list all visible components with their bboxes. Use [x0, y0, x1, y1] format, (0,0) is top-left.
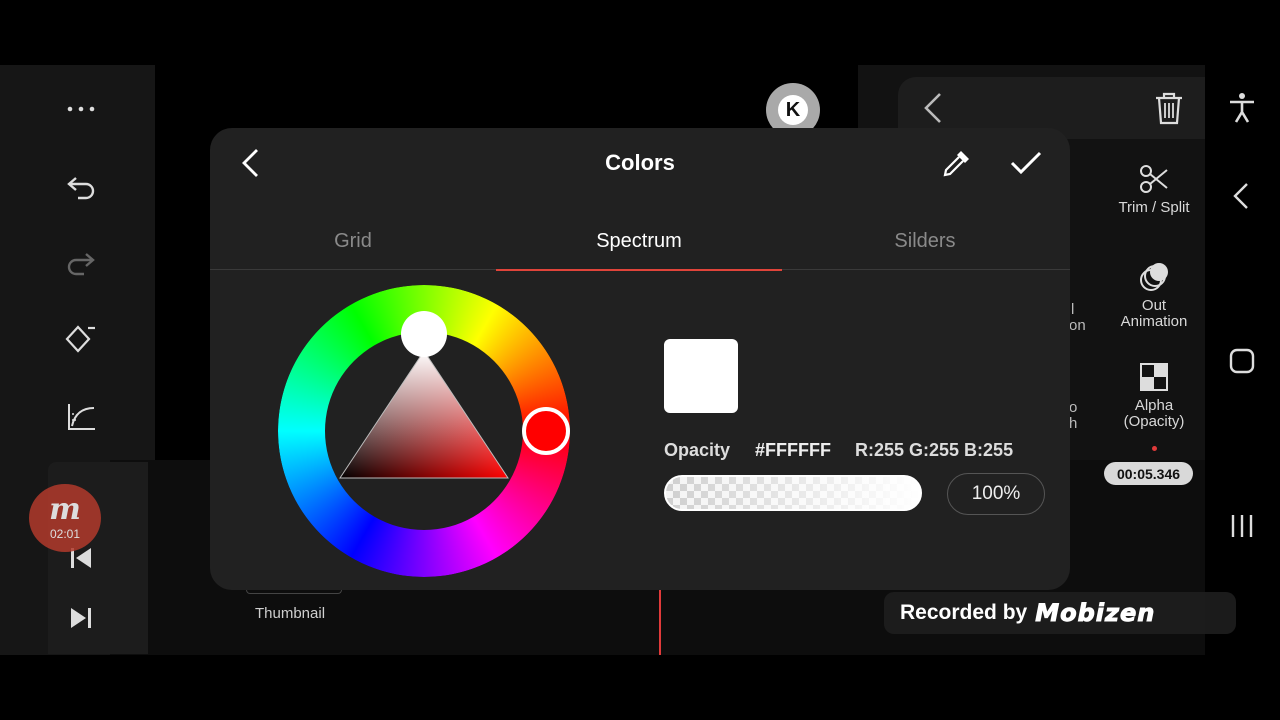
tab-grid[interactable]: Grid	[210, 212, 496, 270]
tab-spectrum[interactable]: Spectrum	[496, 212, 782, 271]
trim-split-label: Trim / Split	[1118, 199, 1190, 216]
keyframe-icon[interactable]	[58, 316, 104, 362]
record-time: 02:01	[49, 527, 81, 541]
out-animation-icon	[1140, 263, 1168, 291]
hex-value: #FFFFFF	[755, 440, 831, 460]
rgb-value: R:255 G:255 B:255	[855, 440, 1014, 460]
thumbnail-label: Thumbnail	[255, 605, 326, 622]
recorded-by-text: Recorded by	[900, 601, 1028, 624]
opacity-value-field[interactable]: 100%	[947, 473, 1045, 515]
saturation-triangle[interactable]	[339, 350, 509, 479]
tab-sliders[interactable]: Silders	[782, 212, 1068, 270]
playhead[interactable]	[659, 590, 661, 655]
time-badge: 00:05.346	[1104, 462, 1193, 485]
out-animation-label: Out Animation	[1120, 297, 1188, 330]
saturation-handle[interactable]	[401, 311, 447, 357]
partial-label: on	[1069, 317, 1086, 334]
hue-handle[interactable]	[522, 407, 570, 455]
partial-label: h	[1069, 415, 1078, 432]
redo-icon[interactable]	[58, 239, 104, 285]
undo-icon[interactable]	[58, 163, 104, 209]
selected-indicator	[1152, 446, 1157, 451]
opacity-label: Opacity	[664, 440, 731, 460]
scissors-icon	[1140, 165, 1168, 193]
nav-back-icon[interactable]	[1224, 178, 1260, 214]
confirm-check-icon[interactable]	[1008, 146, 1044, 180]
out-animation-button[interactable]: Out Animation	[1099, 260, 1209, 330]
recorded-by-watermark: Recorded by Mobizen	[884, 592, 1236, 634]
opacity-slider[interactable]	[664, 475, 922, 511]
alpha-opacity-button[interactable]: Alpha (Opacity)	[1099, 360, 1209, 430]
panel-back-icon[interactable]	[918, 90, 950, 126]
color-wheel[interactable]	[278, 285, 570, 577]
skip-end-icon[interactable]	[58, 595, 104, 641]
trim-split-button[interactable]: Trim / Split	[1099, 162, 1209, 216]
eyedropper-icon[interactable]	[940, 146, 974, 180]
graph-icon[interactable]	[58, 394, 104, 440]
selected-color-swatch	[664, 339, 738, 413]
color-mode-tabs: Grid Spectrum Silders	[210, 212, 1070, 271]
colors-dialog: Colors Grid Spectrum Silders Opacity #FF…	[210, 128, 1070, 590]
nav-home-icon[interactable]	[1224, 343, 1260, 379]
mobizen-brand: Mobizen	[1035, 599, 1156, 628]
nav-recents-icon[interactable]	[1224, 508, 1260, 544]
alpha-opacity-label: Alpha (Opacity)	[1123, 397, 1185, 430]
trash-icon[interactable]	[1152, 90, 1186, 126]
more-icon[interactable]	[58, 86, 104, 132]
partial-label: l	[1071, 301, 1075, 318]
mobizen-m-icon: m	[49, 492, 81, 527]
alpha-icon	[1140, 363, 1168, 391]
mobizen-record-bubble[interactable]: m 02:01	[29, 484, 101, 552]
accessibility-icon[interactable]	[1224, 90, 1260, 126]
partial-label: o	[1069, 399, 1078, 416]
